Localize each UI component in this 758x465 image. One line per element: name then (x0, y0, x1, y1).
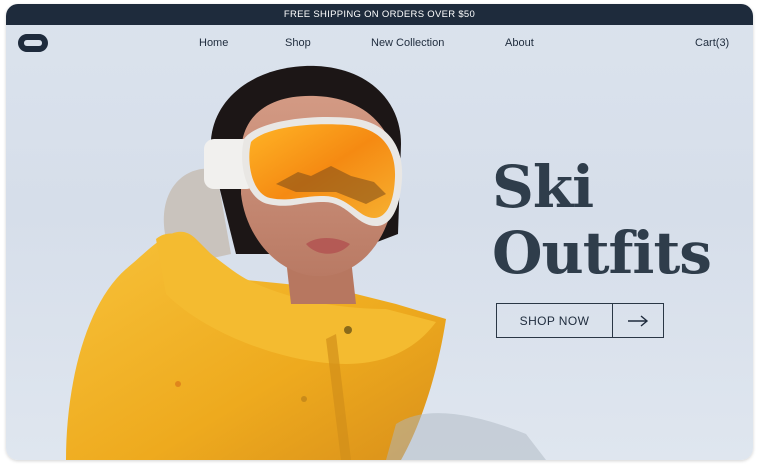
nav-home-link[interactable]: Home (199, 37, 228, 49)
headline-line-1: Ski (492, 153, 594, 221)
shop-now-label: SHOP NOW (497, 304, 613, 337)
nav-about-link[interactable]: About (505, 37, 534, 49)
s-logo-icon[interactable] (18, 34, 48, 52)
hero-page: FREE SHIPPING ON ORDERS OVER $50 Home Sh… (6, 4, 753, 460)
headline-line-2: Outfits (492, 219, 712, 287)
arrow-right-icon (613, 304, 663, 337)
hero-headline: Ski Outfits (492, 153, 712, 287)
nav-new-collection-link[interactable]: New Collection (371, 37, 444, 49)
shop-now-button[interactable]: SHOP NOW (496, 303, 664, 338)
cart-link[interactable]: Cart(3) (695, 37, 729, 49)
promo-bar: FREE SHIPPING ON ORDERS OVER $50 (6, 4, 753, 25)
nav-shop-link[interactable]: Shop (285, 37, 311, 49)
promo-text: FREE SHIPPING ON ORDERS OVER $50 (283, 9, 476, 20)
